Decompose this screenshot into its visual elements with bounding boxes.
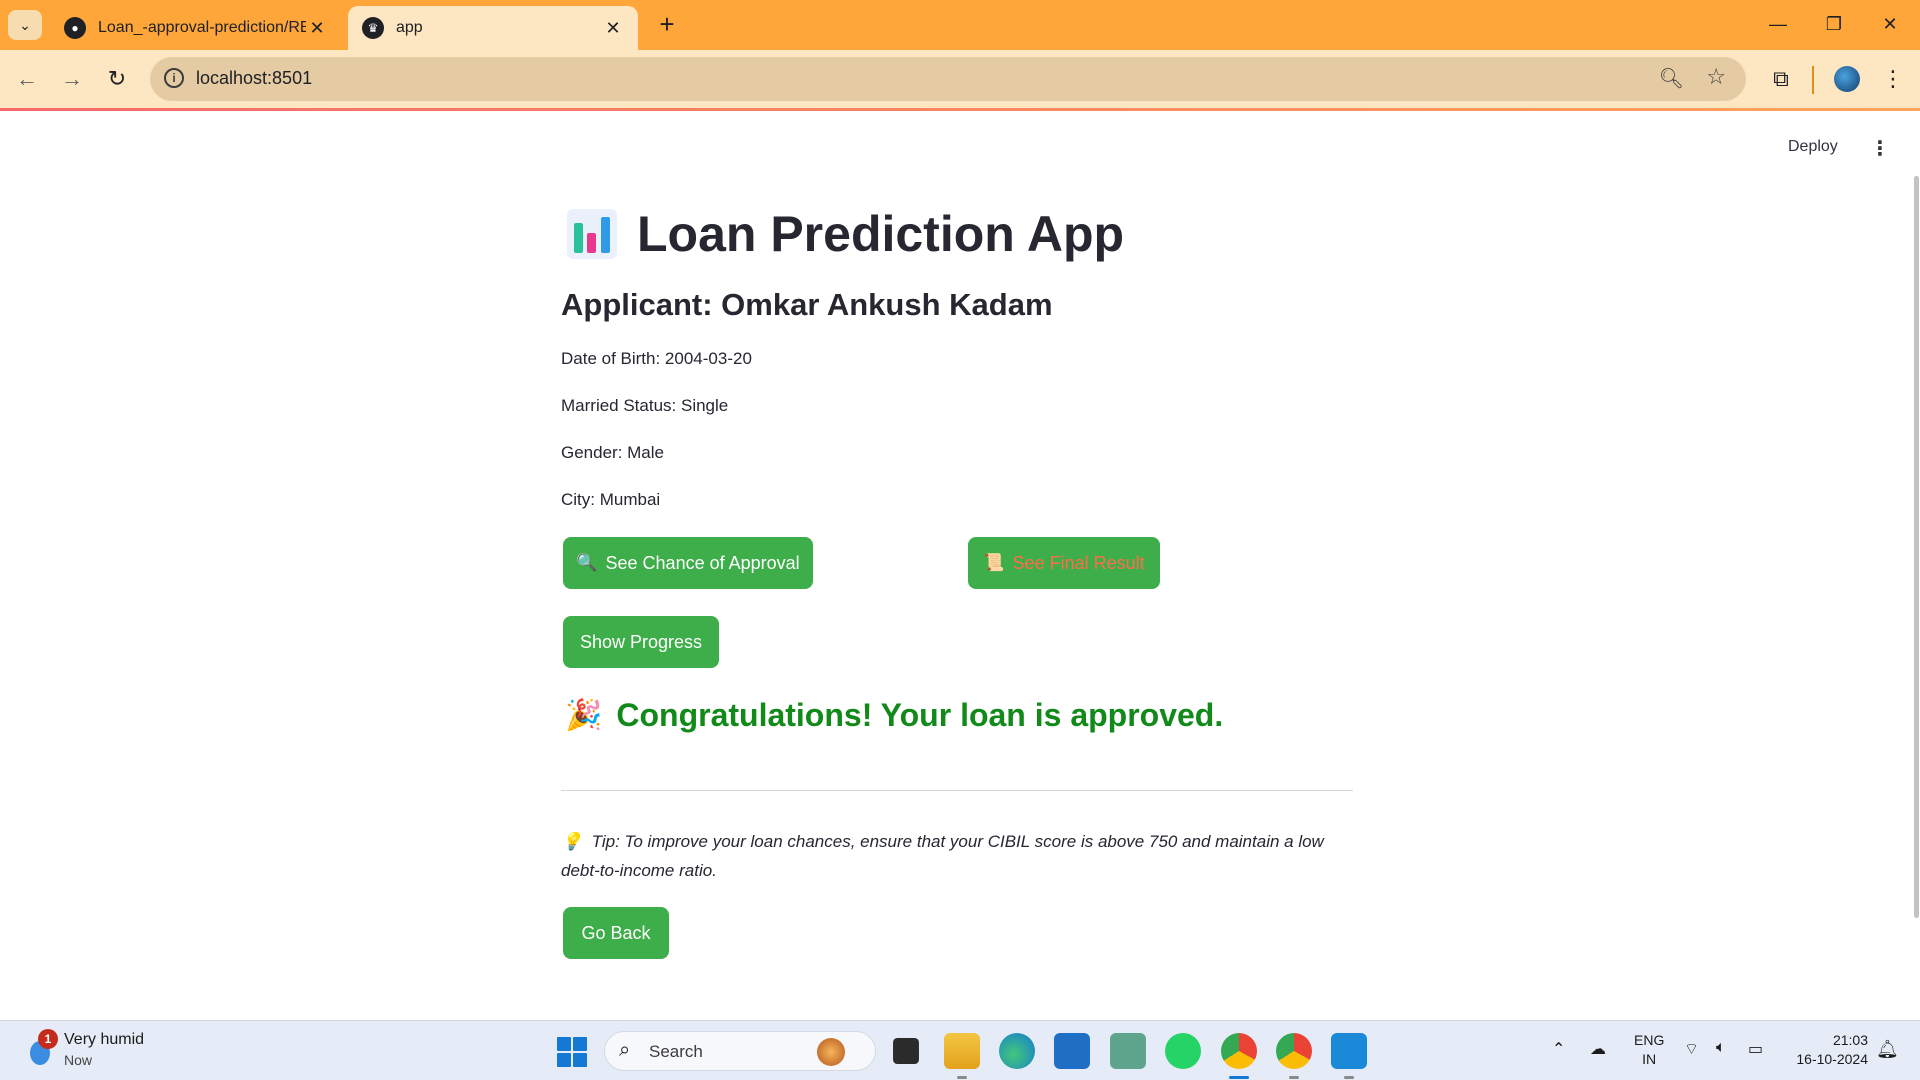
chevron-up-icon[interactable]: ⌃ xyxy=(1552,1039,1565,1059)
task-view-icon[interactable] xyxy=(893,1038,919,1064)
reload-icon: ↻ xyxy=(107,66,127,91)
url-text[interactable]: localhost:8501 xyxy=(196,68,312,89)
approval-message: 🎉 Congratulations! Your loan is approved… xyxy=(565,697,1223,734)
new-tab-button[interactable]: + xyxy=(650,10,684,40)
clock-date: 16-10-2024 xyxy=(1796,1051,1868,1067)
clock-time: 21:03 xyxy=(1832,1032,1868,1048)
language-code: ENG xyxy=(1634,1032,1665,1048)
page-top-decoration xyxy=(0,108,1920,111)
chrome-icon[interactable] xyxy=(1221,1033,1257,1079)
streamlit-icon: ♛ xyxy=(362,17,384,39)
chrome-profile-icon[interactable] xyxy=(1276,1033,1312,1079)
notification-badge: 1 xyxy=(38,1029,58,1049)
see-final-result-button[interactable]: 📜 See Final Result xyxy=(968,537,1160,589)
weather-title[interactable]: Very humid xyxy=(64,1031,144,1049)
weather-subtitle[interactable]: Now xyxy=(64,1052,92,1068)
bar-chart-icon xyxy=(567,209,617,259)
page-title-text: Loan Prediction App xyxy=(637,206,1125,262)
married-status-text: Married Status: Single xyxy=(561,396,729,415)
language-indicator[interactable]: ENG IN xyxy=(1634,1031,1664,1069)
reload-button[interactable]: ↻ xyxy=(100,62,134,96)
gender-text: Gender: Male xyxy=(561,443,664,462)
site-info-icon[interactable]: i xyxy=(164,68,184,88)
puzzle-icon: ⧉ xyxy=(1773,66,1789,91)
taskbar: 1 Very humid Now ⌕ Search ⌃ ☁ ENG IN ⌔ 🔈… xyxy=(0,1020,1920,1080)
close-icon: ✕ xyxy=(1882,14,1898,34)
more-vertical-icon: ⋮ xyxy=(1882,66,1904,91)
search-highlight-icon xyxy=(817,1038,845,1066)
tab-strip: ⌄ ● Loan_-approval-prediction/REA ✕ ♛ ap… xyxy=(0,0,1920,50)
arrow-left-icon: ← xyxy=(16,66,38,91)
search-icon: ⌕ xyxy=(619,1039,631,1061)
browser-toolbar: ← → ↻ i localhost:8501 🔍︎ ☆ ⧉ ⋮ xyxy=(0,50,1920,108)
file-explorer-icon[interactable] xyxy=(944,1033,980,1079)
page-title: Loan Prediction App xyxy=(567,205,1124,263)
tab-title: Loan_-approval-prediction/REA xyxy=(98,19,306,36)
taskbar-search[interactable]: ⌕ Search xyxy=(604,1031,876,1071)
deploy-button[interactable]: Deploy xyxy=(1788,138,1838,156)
forward-button[interactable]: → xyxy=(55,62,89,96)
plus-icon: + xyxy=(659,9,675,39)
show-progress-label: Show Progress xyxy=(579,631,703,652)
volume-icon[interactable]: 🔈︎ xyxy=(1716,1039,1726,1057)
minimize-button[interactable]: — xyxy=(1750,6,1806,42)
back-button[interactable]: ← xyxy=(10,62,44,96)
restore-button[interactable]: ❐ xyxy=(1806,6,1862,42)
party-popper-icon: 🎉 xyxy=(565,699,603,732)
onedrive-cloud-icon[interactable]: ☁ xyxy=(1590,1039,1606,1059)
toolbar-separator xyxy=(1812,66,1814,94)
city-text: City: Mumbai xyxy=(561,490,661,509)
restore-icon: ❐ xyxy=(1825,14,1843,34)
weather-widget[interactable]: 1 xyxy=(24,1029,58,1065)
profile-avatar[interactable] xyxy=(1834,66,1860,92)
magnifier-icon: 🔍 xyxy=(576,553,598,572)
close-icon[interactable]: ✕ xyxy=(602,18,624,39)
edge-browser-icon[interactable] xyxy=(999,1033,1035,1069)
dob-text: Date of Birth: 2004-03-20 xyxy=(561,349,752,368)
battery-icon[interactable]: ▭ xyxy=(1748,1039,1763,1059)
minimize-icon: — xyxy=(1769,14,1787,34)
region-code: IN xyxy=(1642,1051,1657,1067)
clock[interactable]: 21:03 16-10-2024 xyxy=(1784,1031,1868,1069)
windows-start-icon[interactable] xyxy=(557,1037,587,1067)
wifi-icon[interactable]: ⌔ xyxy=(1684,1039,1699,1059)
see-final-result-label: See Final Result xyxy=(1012,552,1145,573)
scroll-icon: 📜 xyxy=(983,553,1005,572)
address-bar[interactable]: i localhost:8501 🔍︎ ☆ xyxy=(150,57,1746,101)
github-icon: ● xyxy=(64,17,86,39)
lightbulb-icon: 💡 xyxy=(561,832,583,851)
show-progress-button[interactable]: Show Progress xyxy=(563,616,719,668)
tip-text: 💡 Tip: To improve your loan chances, ens… xyxy=(561,827,1353,885)
approval-message-text: Congratulations! Your loan is approved. xyxy=(616,697,1224,733)
go-back-label: Go Back xyxy=(581,922,651,943)
main-menu-icon[interactable]: ⋮ xyxy=(1870,136,1890,161)
divider xyxy=(561,790,1353,791)
whatsapp-icon[interactable] xyxy=(1165,1033,1201,1069)
tip-body: Tip: To improve your loan chances, ensur… xyxy=(561,832,1324,880)
close-window-button[interactable]: ✕ xyxy=(1862,6,1918,42)
bookmark-star-icon[interactable]: ☆ xyxy=(1706,64,1726,90)
browser-menu-button[interactable]: ⋮ xyxy=(1876,62,1910,96)
browser-chrome: ⌄ ● Loan_-approval-prediction/REA ✕ ♛ ap… xyxy=(0,0,1920,108)
notification-bell-icon[interactable]: 🔔︎ xyxy=(1876,1039,1899,1060)
go-back-button[interactable]: Go Back xyxy=(563,907,669,959)
applicant-heading: Applicant: Omkar Ankush Kadam xyxy=(561,287,1053,322)
tab-title: app xyxy=(396,19,423,36)
chevron-down-icon: ⌄ xyxy=(19,16,31,33)
search-label: Search xyxy=(649,1042,703,1061)
vscode-icon[interactable] xyxy=(1331,1033,1367,1079)
tab-app[interactable]: ♛ app ✕ xyxy=(348,6,638,50)
close-icon[interactable]: ✕ xyxy=(306,18,328,39)
tab-github[interactable]: ● Loan_-approval-prediction/REA ✕ xyxy=(50,6,342,50)
extensions-button[interactable]: ⧉ xyxy=(1764,62,1798,96)
see-chance-label: See Chance of Approval xyxy=(605,552,800,573)
page-scrollbar[interactable] xyxy=(1914,176,1919,918)
tab-search-button[interactable]: ⌄ xyxy=(8,10,42,40)
arrow-right-icon: → xyxy=(61,66,83,91)
chatgpt-icon[interactable] xyxy=(1110,1033,1146,1069)
see-chance-button[interactable]: 🔍 See Chance of Approval xyxy=(563,537,813,589)
microsoft-store-icon[interactable] xyxy=(1054,1033,1090,1069)
zoom-icon[interactable]: 🔍︎ xyxy=(1659,66,1684,91)
